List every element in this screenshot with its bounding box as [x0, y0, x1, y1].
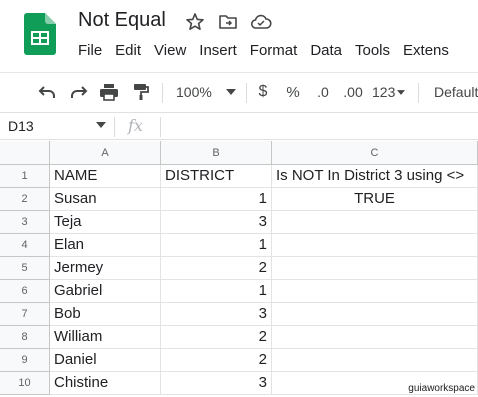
cell-a1[interactable]: NAME [50, 165, 161, 188]
cell-c3[interactable] [272, 211, 478, 234]
row-header[interactable]: 8 [0, 326, 50, 349]
menu-file[interactable]: File [78, 42, 102, 59]
number-format-select[interactable]: 123 [372, 81, 410, 103]
name-box[interactable]: D13 [8, 118, 34, 134]
cell-a8[interactable]: William [50, 326, 161, 349]
document-title[interactable]: Not Equal [78, 9, 166, 32]
cell-b9[interactable]: 2 [161, 349, 272, 372]
row-header[interactable]: 7 [0, 303, 50, 326]
column-header-b[interactable]: B [161, 141, 272, 165]
undo-icon[interactable] [36, 81, 58, 103]
chevron-down-icon [397, 89, 406, 95]
percent-format-button[interactable]: % [284, 81, 302, 103]
cell-a9[interactable]: Daniel [50, 349, 161, 372]
menu-data[interactable]: Data [310, 42, 342, 59]
star-icon[interactable] [185, 12, 205, 32]
toolbar-divider [162, 83, 163, 103]
cell-a6[interactable]: Gabriel [50, 280, 161, 303]
increase-decimal-button[interactable]: .00 [340, 81, 366, 103]
row-header[interactable]: 1 [0, 165, 50, 188]
cell-b4[interactable]: 1 [161, 234, 272, 257]
cell-b6[interactable]: 1 [161, 280, 272, 303]
toolbar-divider [246, 83, 247, 103]
title-bar: Not Equal File Edit View Insert Format D… [0, 0, 478, 72]
chevron-down-icon [225, 89, 236, 95]
increase-decimal-label: .00 [343, 84, 363, 100]
row-header[interactable]: 9 [0, 349, 50, 372]
toolbar-divider [418, 83, 419, 103]
menu-bar: File Edit View Insert Format Data Tools … [78, 42, 462, 59]
cell-b10[interactable]: 3 [161, 372, 272, 395]
print-icon[interactable] [98, 81, 120, 103]
cloud-saved-icon[interactable] [250, 12, 272, 32]
cell-b3[interactable]: 3 [161, 211, 272, 234]
select-all-corner[interactable] [0, 141, 50, 165]
column-header-c[interactable]: C [272, 141, 478, 165]
menu-view[interactable]: View [154, 42, 186, 59]
cell-a5[interactable]: Jermey [50, 257, 161, 280]
cell-b5[interactable]: 2 [161, 257, 272, 280]
paint-format-icon[interactable] [130, 81, 152, 103]
cell-a7[interactable]: Bob [50, 303, 161, 326]
watermark: guiaworkspace [408, 383, 475, 394]
zoom-select[interactable]: 100% [176, 81, 236, 103]
cell-b7[interactable]: 3 [161, 303, 272, 326]
cell-a10[interactable]: Chistine [50, 372, 161, 395]
cell-a3[interactable]: Teja [50, 211, 161, 234]
row-header[interactable]: 6 [0, 280, 50, 303]
zoom-value: 100% [176, 84, 212, 100]
cell-c6[interactable] [272, 280, 478, 303]
row-header[interactable]: 10 [0, 372, 50, 395]
formula-bar-divider [160, 117, 161, 137]
redo-icon[interactable] [68, 81, 90, 103]
cell-c7[interactable] [272, 303, 478, 326]
menu-insert[interactable]: Insert [199, 42, 237, 59]
font-family-select[interactable]: Default [434, 81, 478, 103]
cell-c1[interactable]: Is NOT In District 3 using <> [272, 165, 478, 188]
formula-bar: D13 fx [0, 112, 478, 140]
number-format-label: 123 [372, 84, 396, 100]
cell-c8[interactable] [272, 326, 478, 349]
decrease-decimal-label: .0 [317, 84, 329, 100]
fx-icon: fx [128, 116, 143, 135]
menu-extensions[interactable]: Extens [403, 42, 449, 59]
currency-format-button[interactable]: $ [254, 81, 272, 103]
cell-c9[interactable] [272, 349, 478, 372]
row-header[interactable]: 4 [0, 234, 50, 257]
cell-a4[interactable]: Elan [50, 234, 161, 257]
row-header[interactable]: 2 [0, 188, 50, 211]
menu-edit[interactable]: Edit [115, 42, 141, 59]
decrease-decimal-button[interactable]: .0 [312, 81, 334, 103]
cell-a2[interactable]: Susan [50, 188, 161, 211]
chevron-down-icon[interactable] [96, 122, 106, 128]
row-header[interactable]: 5 [0, 257, 50, 280]
cell-b1[interactable]: DISTRICT [161, 165, 272, 188]
cell-c5[interactable] [272, 257, 478, 280]
sheets-logo-icon[interactable] [24, 13, 56, 55]
move-folder-icon[interactable] [218, 12, 238, 32]
cell-c4[interactable] [272, 234, 478, 257]
row-header[interactable]: 3 [0, 211, 50, 234]
toolbar: 100% $ % .0 .00 123 Default [0, 72, 478, 110]
column-header-a[interactable]: A [50, 141, 161, 165]
cell-b8[interactable]: 2 [161, 326, 272, 349]
formula-bar-divider [114, 117, 115, 137]
cell-c2[interactable]: TRUE [272, 188, 478, 211]
menu-format[interactable]: Format [250, 42, 298, 59]
cell-b2[interactable]: 1 [161, 188, 272, 211]
menu-tools[interactable]: Tools [355, 42, 390, 59]
